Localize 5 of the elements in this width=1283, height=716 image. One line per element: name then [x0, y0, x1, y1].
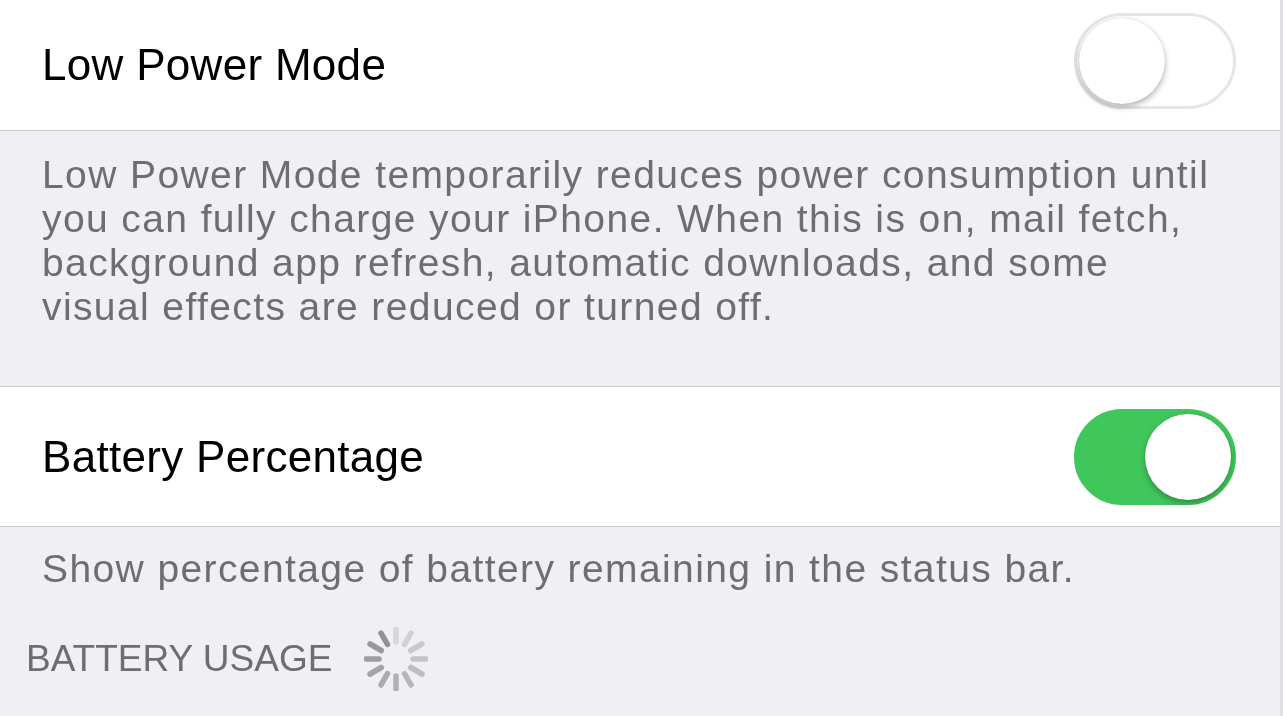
row-label: Battery Percentage — [42, 431, 425, 482]
footer-text: Low Power Mode temporarily reduces power consumption until you can fully charge your iPhone. When this is on, mail fetch, background app refresh, automatic downloads, and some visual effects are reduced or turned off. — [42, 153, 1210, 329]
footer-text: Show percentage of battery remaining in the status bar. — [42, 547, 1077, 591]
row-label: Low Power Mode — [42, 40, 387, 90]
section-header: BATTERY USAGE — [26, 638, 333, 680]
